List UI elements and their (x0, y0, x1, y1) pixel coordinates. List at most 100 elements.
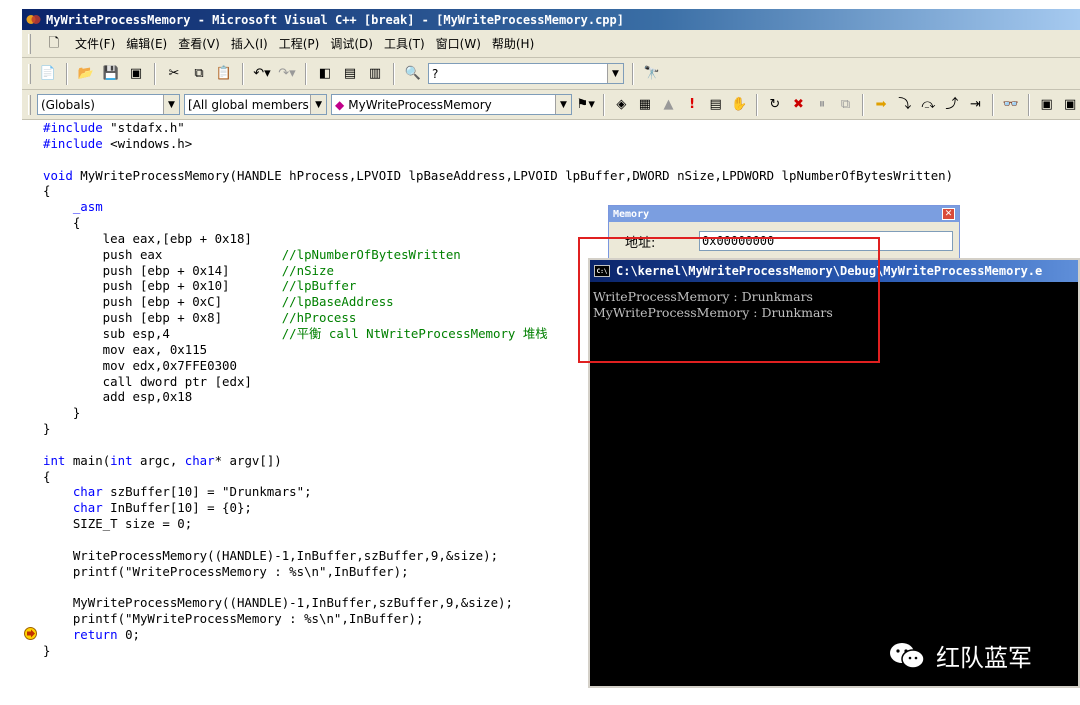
step-over-icon[interactable]: ⤼ (919, 95, 939, 115)
separator (1027, 93, 1030, 116)
code-line: WriteProcessMemory((HANDLE)-1,InBuffer,s… (43, 547, 499, 563)
compile-icon[interactable]: ◈ (612, 95, 632, 115)
cut-icon[interactable]: ✂ (164, 64, 184, 84)
variables-window-icon[interactable]: ▣ (1060, 95, 1080, 115)
code-line: return 0; (72, 627, 140, 642)
memory-window-title[interactable]: Memory (609, 206, 959, 222)
toolbar-grip[interactable] (28, 63, 31, 84)
standard-toolbar: 📄 📂 💾 ▣ ✂ ⧉ 📋 ↶▾ ↷▾ ◧ ▤ ▥ 🔍 ? ▼ 🔭 (22, 58, 1080, 90)
code-line: add esp,0x18 (43, 389, 193, 405)
menu-file[interactable]: 文件(F) (75, 35, 115, 52)
separator (632, 62, 634, 85)
code-line: mov eax, 0x115 (43, 341, 208, 357)
code-line: { (43, 468, 51, 484)
watch-window-icon[interactable]: ▣ (1037, 95, 1057, 115)
visual-cpp-app-icon (26, 15, 41, 24)
class-combo[interactable]: (Globals) ▼ (36, 94, 181, 115)
run-to-cursor-icon[interactable]: ⇥ (966, 95, 986, 115)
find-in-files-icon[interactable]: 🔍 (403, 64, 423, 84)
new-text-file-icon[interactable]: 📄 (38, 64, 58, 84)
separator (66, 62, 68, 85)
code-line: #include "stdafx.h" (43, 120, 185, 135)
separator (756, 93, 759, 116)
break-execution-icon[interactable]: ⏸ (812, 95, 832, 115)
mdi-document-icon[interactable]: 🗋 (44, 34, 64, 54)
menu-project[interactable]: 工程(P) (279, 35, 320, 52)
code-line: sub esp,4 //平衡 call NtWriteProcessMemory… (43, 325, 548, 341)
save-all-icon[interactable]: ▣ (126, 64, 146, 84)
step-out-icon[interactable]: ⤴ (942, 95, 962, 115)
code-line: char InBuffer[10] = {0}; (72, 500, 252, 516)
menu-help[interactable]: 帮助(H) (492, 35, 534, 52)
chevron-down-icon[interactable]: ▼ (607, 64, 623, 83)
redo-icon[interactable]: ↷▾ (277, 64, 297, 84)
output-window-icon[interactable]: ▤ (340, 64, 360, 84)
code-line: } (43, 405, 81, 421)
chevron-down-icon[interactable]: ▼ (554, 95, 571, 114)
find-combo[interactable]: ? ▼ (428, 63, 624, 84)
wizard-actions-icon[interactable]: ⚑▾ (576, 95, 596, 115)
restart-icon[interactable]: ↻ (765, 95, 785, 115)
breakpoint-hand-icon[interactable]: ✋ (729, 95, 749, 115)
code-line: push [ebp + 0xC] //lpBaseAddress (43, 294, 394, 310)
copy-icon[interactable]: ⧉ (189, 64, 209, 84)
code-line: { (43, 215, 81, 231)
code-line: push [ebp + 0x10] //lpBuffer (43, 278, 357, 294)
separator (393, 62, 395, 85)
left-margin (0, 0, 22, 705)
open-folder-icon[interactable]: 📂 (76, 64, 96, 84)
editor-gutter[interactable] (22, 120, 42, 705)
chevron-down-icon[interactable]: ▼ (310, 95, 327, 114)
toolbar-grip[interactable] (28, 94, 31, 115)
go-icon[interactable]: ▤ (706, 95, 726, 115)
code-line: printf("WriteProcessMemory : %s\n",InBuf… (43, 563, 409, 579)
separator (154, 62, 156, 85)
apply-code-changes-icon[interactable]: ⧉ (836, 95, 856, 115)
build-icon[interactable]: ▦ (635, 95, 655, 115)
undo-icon[interactable]: ↶▾ (252, 64, 272, 84)
stop-debugging-icon[interactable]: ✖ (789, 95, 809, 115)
find-binoculars-icon[interactable]: 🔭 (642, 64, 662, 84)
code-line: lea eax,[ebp + 0x18] (43, 230, 252, 246)
separator (862, 93, 865, 116)
code-line: printf("MyWriteProcessMemory : %s\n",InB… (43, 611, 424, 627)
menu-tools[interactable]: 工具(T) (384, 35, 425, 52)
filter-combo-value: [All global members (188, 97, 309, 112)
wechat-icon (890, 642, 925, 669)
execute-icon[interactable]: ! (682, 95, 702, 115)
code-line: } (43, 421, 51, 437)
code-line: int main(int argc, char* argv[]) (43, 452, 282, 468)
code-line: { (43, 183, 51, 199)
code-line: MyWriteProcessMemory((HANDLE)-1,InBuffer… (43, 595, 513, 611)
menu-edit[interactable]: 编辑(E) (126, 35, 167, 52)
code-line: mov edx,0x7FFE0300 (43, 357, 237, 373)
stop-build-icon[interactable]: ▲ (659, 95, 679, 115)
separator (305, 62, 307, 85)
code-line: _asm (43, 199, 103, 215)
filter-combo[interactable]: [All global members ▼ (184, 94, 328, 115)
separator (992, 93, 995, 116)
chevron-down-icon[interactable]: ▼ (163, 95, 180, 114)
separator (602, 93, 605, 116)
save-icon[interactable]: 💾 (101, 64, 121, 84)
menu-bar: 🗋 文件(F) 编辑(E) 查看(V) 插入(I) 工程(P) 调试(D) 工具… (22, 30, 1080, 58)
menu-insert[interactable]: 插入(I) (231, 35, 268, 52)
close-icon[interactable]: ✕ (942, 208, 955, 220)
show-next-statement-icon[interactable]: ➡ (871, 95, 891, 115)
window-title: MyWriteProcessMemory - Microsoft Visual … (46, 12, 624, 27)
step-into-icon[interactable]: ⤵ (895, 95, 915, 115)
menu-window[interactable]: 窗口(W) (436, 35, 481, 52)
quickwatch-icon[interactable]: 👓 (1001, 95, 1021, 115)
window-title-bar: MyWriteProcessMemory - Microsoft Visual … (22, 9, 1080, 30)
code-line: char szBuffer[10] = "Drunkmars"; (72, 484, 312, 500)
paste-icon[interactable]: 📋 (214, 64, 234, 84)
code-line: call dword ptr [edx] (43, 373, 252, 389)
workspace-icon[interactable]: ◧ (315, 64, 335, 84)
member-combo[interactable]: ◆ MyWriteProcessMemory ▼ (331, 94, 572, 115)
menu-view[interactable]: 查看(V) (178, 35, 220, 52)
toolbar-grip[interactable] (28, 33, 31, 54)
separator (242, 62, 244, 85)
code-line: } (43, 642, 51, 658)
menu-debug[interactable]: 调试(D) (330, 35, 373, 52)
window-list-icon[interactable]: ▥ (365, 64, 385, 84)
